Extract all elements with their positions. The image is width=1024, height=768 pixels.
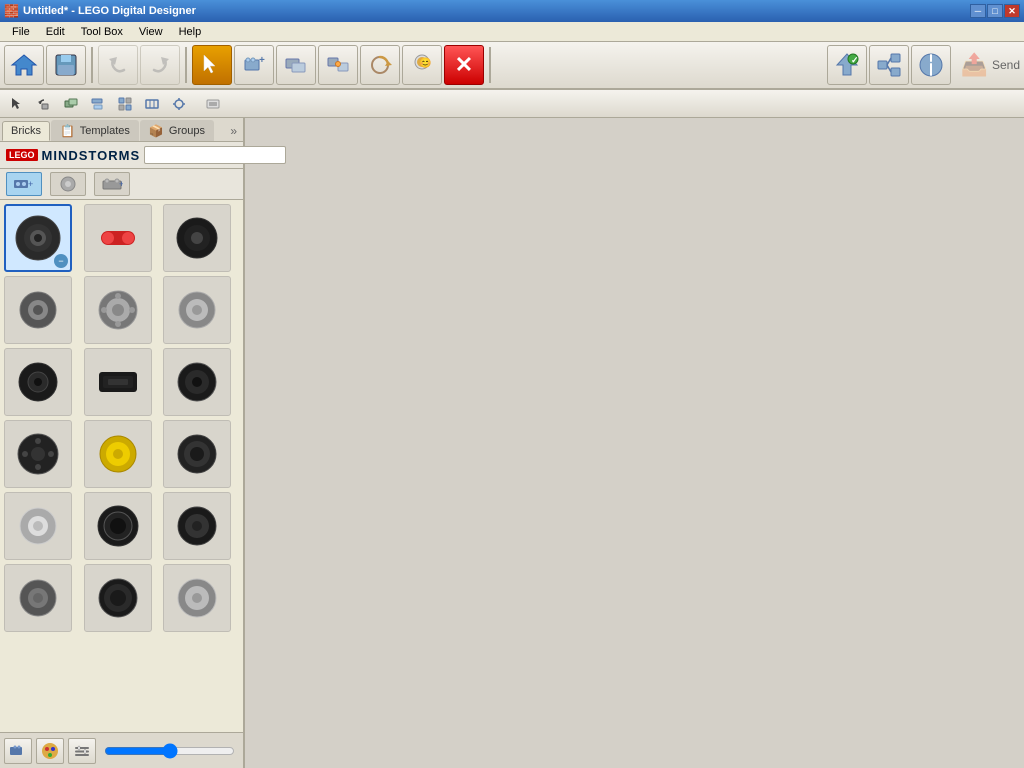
tab-groups[interactable]: 📦 Groups xyxy=(140,120,214,141)
brick-item-4[interactable] xyxy=(4,276,72,344)
close-button[interactable]: ✕ xyxy=(1004,4,1020,18)
minimize-button[interactable]: ─ xyxy=(970,4,986,18)
sidebar-tabs: Bricks 📋 Templates 📦 Groups » xyxy=(0,118,243,142)
brick-item-3[interactable] xyxy=(163,204,231,272)
brick-grid: − xyxy=(0,200,243,732)
rotate-button[interactable] xyxy=(360,45,400,85)
svg-text:✓: ✓ xyxy=(851,55,859,65)
toolbar-sep-1 xyxy=(91,47,93,83)
brick-item-14[interactable] xyxy=(84,492,152,560)
hinge-button[interactable] xyxy=(318,45,358,85)
brick-item-1[interactable]: − xyxy=(4,204,72,272)
window-controls: ─ □ ✕ xyxy=(970,4,1020,18)
undo-button[interactable] xyxy=(98,45,138,85)
settings-button[interactable] xyxy=(68,738,96,764)
menu-help[interactable]: Help xyxy=(171,24,210,40)
add-brick-button[interactable]: + xyxy=(234,45,274,85)
templates-tab-icon: 📋 xyxy=(60,124,75,138)
tool-select[interactable] xyxy=(4,93,30,115)
menu-file[interactable]: File xyxy=(4,24,38,40)
main-toolbar: + 😊 ✕ ✓ 📤 Send xyxy=(0,42,1024,90)
brand-name: MINDSTORMS xyxy=(42,148,141,163)
toolbar-sep-2 xyxy=(185,47,187,83)
tab-templates[interactable]: 📋 Templates xyxy=(51,120,139,141)
palette-button[interactable] xyxy=(36,738,64,764)
paint-button[interactable]: 😊 xyxy=(402,45,442,85)
delete-button[interactable]: ✕ xyxy=(444,45,484,85)
brand-area: LEGO MINDSTORMS xyxy=(0,142,243,169)
sidebar-collapse-button[interactable]: » xyxy=(226,122,241,140)
info-button[interactable] xyxy=(911,45,951,85)
brick-item-18[interactable] xyxy=(163,564,231,632)
brick-item-10[interactable] xyxy=(4,420,72,488)
sidebar-bottom xyxy=(0,732,243,768)
brick-item-7[interactable] xyxy=(4,348,72,416)
add-to-palette-button[interactable] xyxy=(4,738,32,764)
brick-item-12[interactable] xyxy=(163,420,231,488)
tool-grid[interactable] xyxy=(112,93,138,115)
tab-bricks[interactable]: Bricks xyxy=(2,121,50,141)
brick-item-6[interactable] xyxy=(163,276,231,344)
category-wheels[interactable]: + xyxy=(6,172,42,196)
cursor-tool-button[interactable] xyxy=(192,45,232,85)
brick-item-8[interactable] xyxy=(84,348,152,416)
menu-view[interactable]: View xyxy=(131,24,171,40)
app-icon: 🧱 xyxy=(4,4,19,18)
home-button[interactable] xyxy=(4,45,44,85)
maximize-button[interactable]: □ xyxy=(987,4,1003,18)
toolbar-sep-3 xyxy=(489,47,491,83)
send-icon: 📤 xyxy=(961,52,988,78)
brick-item-16[interactable] xyxy=(4,564,72,632)
tool-snap[interactable] xyxy=(166,93,192,115)
brick-item-2[interactable] xyxy=(84,204,152,272)
tool-align[interactable] xyxy=(85,93,111,115)
publish-button[interactable]: ✓ xyxy=(827,45,867,85)
svg-text:+: + xyxy=(119,179,123,189)
save-button[interactable] xyxy=(46,45,86,85)
brick-item-15[interactable] xyxy=(163,492,231,560)
share-button[interactable] xyxy=(869,45,909,85)
svg-text:😊: 😊 xyxy=(419,57,431,69)
menu-toolbox[interactable]: Tool Box xyxy=(73,24,131,40)
category-technic[interactable] xyxy=(50,172,86,196)
selected-indicator: − xyxy=(54,254,68,268)
brand-logo: LEGO xyxy=(6,149,38,161)
sidebar: Bricks 📋 Templates 📦 Groups » LEGO MINDS… xyxy=(0,118,245,768)
zoom-slider[interactable] xyxy=(104,743,235,759)
main-layout: Bricks 📋 Templates 📦 Groups » LEGO MINDS… xyxy=(0,118,1024,768)
brick-item-9[interactable] xyxy=(163,348,231,416)
svg-text:+: + xyxy=(28,179,33,189)
brick-item-13[interactable] xyxy=(4,492,72,560)
redo-button[interactable] xyxy=(140,45,180,85)
tool-flex[interactable] xyxy=(139,93,165,115)
brick-item-5[interactable] xyxy=(84,276,152,344)
groups-tab-icon: 📦 xyxy=(149,124,164,138)
tool-move[interactable] xyxy=(58,93,84,115)
tool-extra[interactable] xyxy=(200,93,226,115)
category-row: + + xyxy=(0,169,243,200)
svg-text:+: + xyxy=(259,55,265,66)
tool-rotate-left[interactable] xyxy=(31,93,57,115)
brick-item-11[interactable] xyxy=(84,420,152,488)
menu-edit[interactable]: Edit xyxy=(38,24,73,40)
send-label[interactable]: Send xyxy=(992,58,1020,72)
viewport-wrapper: ▲ ◀ ▶ xyxy=(245,118,1024,768)
titlebar: 🧱 Untitled* - LEGO Digital Designer ─ □ … xyxy=(0,0,1024,22)
title-text: 🧱 Untitled* - LEGO Digital Designer xyxy=(4,4,196,18)
brick-item-17[interactable] xyxy=(84,564,152,632)
clone-button[interactable] xyxy=(276,45,316,85)
secondary-toolbar xyxy=(0,90,1024,118)
category-basic[interactable]: + xyxy=(94,172,130,196)
app-title: Untitled* - LEGO Digital Designer xyxy=(23,5,196,17)
menubar: File Edit Tool Box View Help xyxy=(0,22,1024,42)
